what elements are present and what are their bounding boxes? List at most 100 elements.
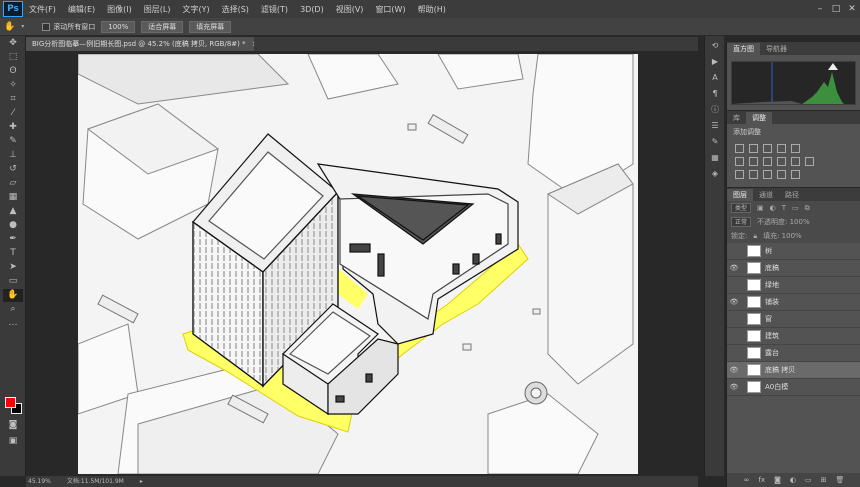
scroll-all-option[interactable]: 滚动所有窗口 xyxy=(42,22,95,32)
path-select-tool-icon[interactable]: ➤ xyxy=(3,261,23,274)
magic-wand-tool-icon[interactable]: ✧ xyxy=(3,79,23,92)
character-panel-icon[interactable]: A xyxy=(707,71,723,84)
tool-preset-chevron-icon[interactable]: ▾ xyxy=(21,23,24,30)
eyedropper-tool-icon[interactable]: ⁄ xyxy=(3,107,23,120)
menu-file[interactable]: 文件(F) xyxy=(23,4,62,15)
channel-mixer-icon[interactable] xyxy=(791,157,800,166)
move-tool-icon[interactable]: ✥ xyxy=(3,37,23,50)
properties-panel-icon[interactable]: ☰ xyxy=(707,119,723,132)
eye-icon[interactable]: 👁︎ xyxy=(727,264,741,272)
menu-select[interactable]: 选择(S) xyxy=(216,4,255,15)
maximize-icon[interactable]: □ xyxy=(828,4,844,14)
close-icon[interactable]: ✕ xyxy=(844,4,860,14)
new-adjustment-icon[interactable]: ◐ xyxy=(790,476,796,484)
styles-panel-icon[interactable]: ◈ xyxy=(707,167,723,180)
menu-view[interactable]: 视图(V) xyxy=(330,4,370,15)
layer-row[interactable]: 绿地 xyxy=(727,277,860,294)
tab-histogram[interactable]: 直方图 xyxy=(727,43,760,55)
filter-adjust-icon[interactable]: ◐ xyxy=(770,204,776,212)
menu-type[interactable]: 文字(Y) xyxy=(176,4,215,15)
layer-row[interactable]: 窗 xyxy=(727,311,860,328)
tab-paths[interactable]: 路径 xyxy=(779,189,805,201)
lock-icon[interactable]: 🔒︎ xyxy=(753,232,757,241)
blur-tool-icon[interactable]: ▲ xyxy=(3,205,23,218)
tab-libraries[interactable]: 库 xyxy=(727,112,746,124)
filter-shape-icon[interactable]: ▭ xyxy=(792,204,799,212)
menu-help[interactable]: 帮助(H) xyxy=(412,4,452,15)
quick-mask-icon[interactable]: ◙ xyxy=(3,419,23,432)
status-arrow-icon[interactable]: ▸ xyxy=(140,476,143,487)
stamp-tool-icon[interactable]: ⊥ xyxy=(3,149,23,162)
minimize-icon[interactable]: – xyxy=(812,4,828,14)
brush-tool-icon[interactable]: ✎ xyxy=(3,135,23,148)
delete-layer-icon[interactable]: 🗑︎ xyxy=(835,476,844,484)
pen-tool-icon[interactable]: ✒ xyxy=(3,233,23,246)
screen-mode-icon[interactable]: ▣ xyxy=(3,435,23,448)
invert-icon[interactable] xyxy=(735,170,744,179)
menu-edit[interactable]: 编辑(E) xyxy=(62,4,101,15)
healing-tool-icon[interactable]: ✚ xyxy=(3,121,23,134)
fill-field[interactable]: 填充: 100% xyxy=(763,231,802,241)
info-panel-icon[interactable]: ⓘ xyxy=(707,103,723,116)
link-layers-icon[interactable]: ∞ xyxy=(744,476,750,484)
filter-smart-icon[interactable]: ⧉ xyxy=(805,204,810,213)
opacity-field[interactable]: 不透明度: 100% xyxy=(757,217,810,227)
foreground-color-swatch[interactable] xyxy=(5,397,16,408)
brush-panel-icon[interactable]: ✎ xyxy=(707,135,723,148)
more-tools-icon[interactable]: … xyxy=(3,317,23,330)
tab-channels[interactable]: 通道 xyxy=(753,189,779,201)
zoom-tool-icon[interactable]: ⌕ xyxy=(3,303,23,316)
threshold-icon[interactable] xyxy=(763,170,772,179)
document-tab[interactable]: BIG分析图临摹—例旧期长图.psd @ 45.2% (底稿 拷贝, RGB/8… xyxy=(26,37,254,51)
tab-adjustments[interactable]: 调整 xyxy=(746,112,772,124)
gradient-map-icon[interactable] xyxy=(777,170,786,179)
gradient-tool-icon[interactable]: ▦ xyxy=(3,191,23,204)
shape-tool-icon[interactable]: ▭ xyxy=(3,275,23,288)
exposure-icon[interactable] xyxy=(777,144,786,153)
menu-window[interactable]: 窗口(W) xyxy=(369,4,411,15)
document-canvas[interactable] xyxy=(78,54,638,474)
menu-3d[interactable]: 3D(D) xyxy=(294,5,330,14)
layer-filter-kind[interactable]: 类型 xyxy=(731,203,752,213)
history-panel-icon[interactable]: ⟲ xyxy=(707,39,723,52)
type-tool-icon[interactable]: T xyxy=(3,247,23,260)
photo-filter-icon[interactable] xyxy=(777,157,786,166)
tab-navigator[interactable]: 导航器 xyxy=(760,43,793,55)
tab-layers[interactable]: 图层 xyxy=(727,189,753,201)
filter-type-icon[interactable]: T xyxy=(782,204,786,212)
paragraph-panel-icon[interactable]: ¶ xyxy=(707,87,723,100)
vibrance-icon[interactable] xyxy=(791,144,800,153)
add-mask-icon[interactable]: ◙ xyxy=(774,476,781,484)
fit-screen-button[interactable]: 适合屏幕 xyxy=(141,20,184,33)
fill-screen-button[interactable]: 填充屏幕 xyxy=(189,20,232,33)
eye-icon[interactable]: 👁︎ xyxy=(727,383,741,391)
color-balance-icon[interactable] xyxy=(749,157,758,166)
menu-image[interactable]: 图像(I) xyxy=(101,4,138,15)
layer-row[interactable]: 👁︎ 铺装 xyxy=(727,294,860,311)
brightness-icon[interactable] xyxy=(735,144,744,153)
lasso-tool-icon[interactable]: ʘ xyxy=(3,65,23,78)
zoom-100-button[interactable]: 100% xyxy=(101,20,136,33)
layer-row[interactable]: 👁︎ A0白模 xyxy=(727,379,860,396)
eraser-tool-icon[interactable]: ▱ xyxy=(3,177,23,190)
layer-row[interactable]: 露台 xyxy=(727,345,860,362)
layer-style-icon[interactable]: fx xyxy=(758,476,765,484)
play-actions-icon[interactable]: ▶ xyxy=(707,55,723,68)
menu-layer[interactable]: 图层(L) xyxy=(138,4,177,15)
scroll-all-checkbox[interactable] xyxy=(42,22,51,31)
layer-row[interactable]: 树 xyxy=(727,243,860,260)
levels-icon[interactable] xyxy=(749,144,758,153)
menu-filter[interactable]: 滤镜(T) xyxy=(255,4,294,15)
selective-color-icon[interactable] xyxy=(791,170,800,179)
dodge-tool-icon[interactable]: ● xyxy=(3,219,23,232)
blend-mode-select[interactable]: 正常 xyxy=(731,217,752,227)
curves-icon[interactable] xyxy=(763,144,772,153)
layer-row[interactable]: 👁︎ 底稿 xyxy=(727,260,860,277)
color-lookup-icon[interactable] xyxy=(805,157,814,166)
history-brush-icon[interactable]: ↺ xyxy=(3,163,23,176)
new-group-icon[interactable]: ▭ xyxy=(805,476,812,484)
posterize-icon[interactable] xyxy=(749,170,758,179)
swatches-panel-icon[interactable]: ▦ xyxy=(707,151,723,164)
layer-row[interactable]: 👁︎ 底稿 拷贝 xyxy=(727,362,860,379)
filter-pixel-icon[interactable]: ▣ xyxy=(757,204,764,212)
